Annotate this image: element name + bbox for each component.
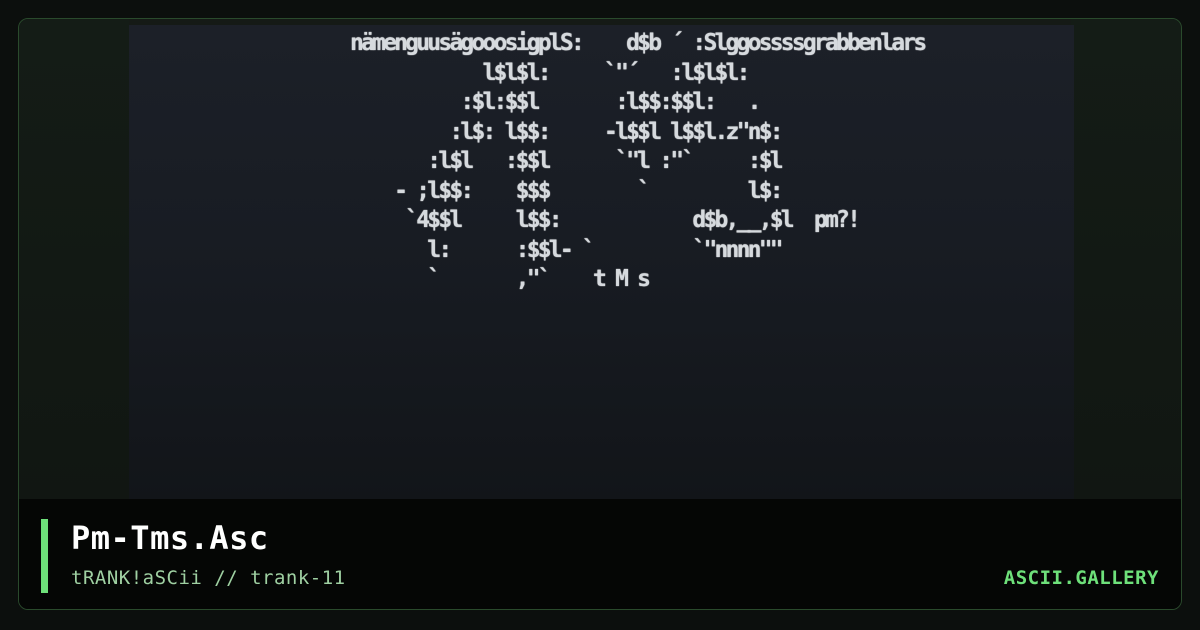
ascii-art-viewer: nämenguusägooosigplS: d$b ´ :Slggossssgr… [129, 25, 1074, 501]
card-frame: nämenguusägooosigplS: d$b ´ :Slggossssgr… [18, 18, 1182, 610]
artwork-subtitle: tRANK!aSCii // trank-11 [71, 567, 346, 589]
ascii-art: nämenguusägooosigplS: d$b ´ :Slggossssgr… [349, 30, 927, 292]
accent-bar [41, 519, 48, 593]
artwork-title: Pm-Tms.Asc [71, 519, 269, 557]
site-brand-link[interactable]: ASCII.GALLERY [1004, 567, 1159, 589]
caption-bar: Pm-Tms.Asc tRANK!aSCii // trank-11 ASCII… [19, 499, 1181, 609]
